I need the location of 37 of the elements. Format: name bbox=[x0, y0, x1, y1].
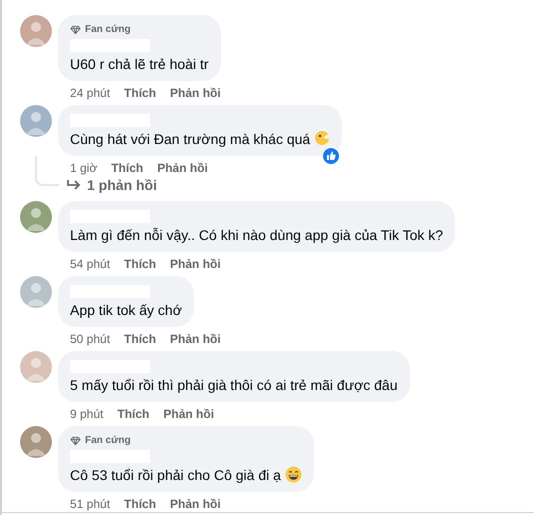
comment-time[interactable]: 51 phút bbox=[70, 495, 110, 513]
avatar[interactable] bbox=[20, 15, 52, 47]
avatar[interactable] bbox=[20, 426, 52, 458]
like-link[interactable]: Thích bbox=[124, 330, 156, 348]
avatar[interactable] bbox=[20, 201, 52, 233]
comment-time[interactable]: 9 phút bbox=[70, 405, 104, 423]
diamond-icon bbox=[70, 24, 81, 34]
comment-text: App tik tok ấy chớ bbox=[70, 301, 182, 320]
like-link[interactable]: Thích bbox=[117, 405, 150, 423]
thread-line bbox=[35, 156, 59, 186]
like-link[interactable]: Thích bbox=[124, 255, 156, 273]
comment-text: Cùng hát với Đan trường mà khác quá bbox=[70, 129, 330, 149]
reply-link[interactable]: Phản hồi bbox=[157, 159, 208, 177]
badge-label: Fan cứng bbox=[85, 434, 131, 448]
emoji-icon bbox=[314, 130, 330, 146]
comment-time[interactable]: 54 phút bbox=[70, 255, 110, 273]
like-link[interactable]: Thích bbox=[124, 84, 156, 102]
comment-text: Cô 53 tuổi rồi phải cho Cô già đi ạ bbox=[70, 465, 302, 485]
badge-label: Fan cứng bbox=[85, 23, 131, 37]
comment-text: U60 r chả lẽ trẻ hoài tr bbox=[70, 55, 209, 74]
avatar[interactable] bbox=[20, 105, 52, 137]
reply-link[interactable]: Phản hồi bbox=[170, 255, 221, 273]
avatar[interactable] bbox=[20, 276, 52, 308]
comment-text: 5 mấy tuổi rồi thì phải già thôi có ai trẻ mãi được đâu bbox=[70, 376, 398, 395]
reply-link[interactable]: Phản hồi bbox=[170, 495, 221, 513]
reply-link[interactable]: Phản hồi bbox=[170, 84, 221, 102]
comment-time[interactable]: 24 phút bbox=[70, 84, 110, 102]
comment-text: Làm gì đến nỗi vậy.. Có khi nào dùng app già của Tik Tok k? bbox=[70, 226, 444, 245]
like-reaction-icon[interactable] bbox=[322, 147, 340, 165]
avatar[interactable] bbox=[20, 351, 52, 383]
reply-link[interactable]: Phản hồi bbox=[170, 330, 221, 348]
reply-arrow-icon bbox=[67, 179, 81, 191]
like-link[interactable]: Thích bbox=[124, 495, 156, 513]
emoji-icon bbox=[284, 466, 302, 483]
comment-time[interactable]: 50 phút bbox=[70, 330, 110, 348]
reply-link[interactable]: Phản hồi bbox=[163, 405, 214, 423]
diamond-icon bbox=[70, 436, 81, 446]
